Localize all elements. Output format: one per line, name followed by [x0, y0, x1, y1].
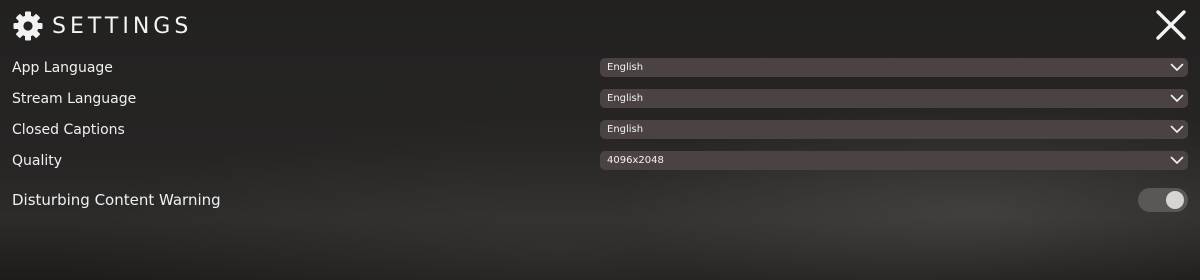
- close-button[interactable]: [1154, 8, 1188, 42]
- stream-language-label: Stream Language: [12, 91, 137, 107]
- settings-header: SETTINGS: [12, 8, 192, 44]
- chevron-down-icon: [1170, 125, 1184, 133]
- disturbing-content-warning-row: Disturbing Content Warning: [12, 188, 1188, 212]
- stream-language-value: English: [607, 93, 644, 104]
- app-language-value: English: [607, 62, 644, 73]
- chevron-down-icon: [1170, 94, 1184, 102]
- closed-captions-value: English: [607, 124, 644, 135]
- quality-label: Quality: [12, 153, 63, 169]
- page-title: SETTINGS: [52, 13, 193, 39]
- quality-value: 4096x2048: [607, 155, 664, 166]
- chevron-down-icon: [1170, 63, 1184, 71]
- disturbing-content-warning-label: Disturbing Content Warning: [12, 191, 221, 209]
- quality-row: Quality 4096x2048: [12, 150, 1188, 172]
- app-language-row: App Language English: [12, 57, 1188, 79]
- app-language-select[interactable]: English: [600, 58, 1188, 77]
- settings-panel: SETTINGS App Language English Stream Lan…: [0, 0, 1200, 280]
- stream-language-select[interactable]: English: [600, 89, 1188, 108]
- quality-select[interactable]: 4096x2048: [600, 151, 1188, 170]
- toggle-knob: [1166, 191, 1184, 209]
- disturbing-content-warning-toggle[interactable]: [1138, 188, 1188, 212]
- closed-captions-select[interactable]: English: [600, 120, 1188, 139]
- app-language-label: App Language: [12, 60, 113, 76]
- closed-captions-row: Closed Captions English: [12, 119, 1188, 141]
- chevron-down-icon: [1170, 156, 1184, 164]
- stream-language-row: Stream Language English: [12, 88, 1188, 110]
- closed-captions-label: Closed Captions: [12, 122, 125, 138]
- close-icon: [1156, 10, 1186, 40]
- gear-icon: [12, 10, 44, 42]
